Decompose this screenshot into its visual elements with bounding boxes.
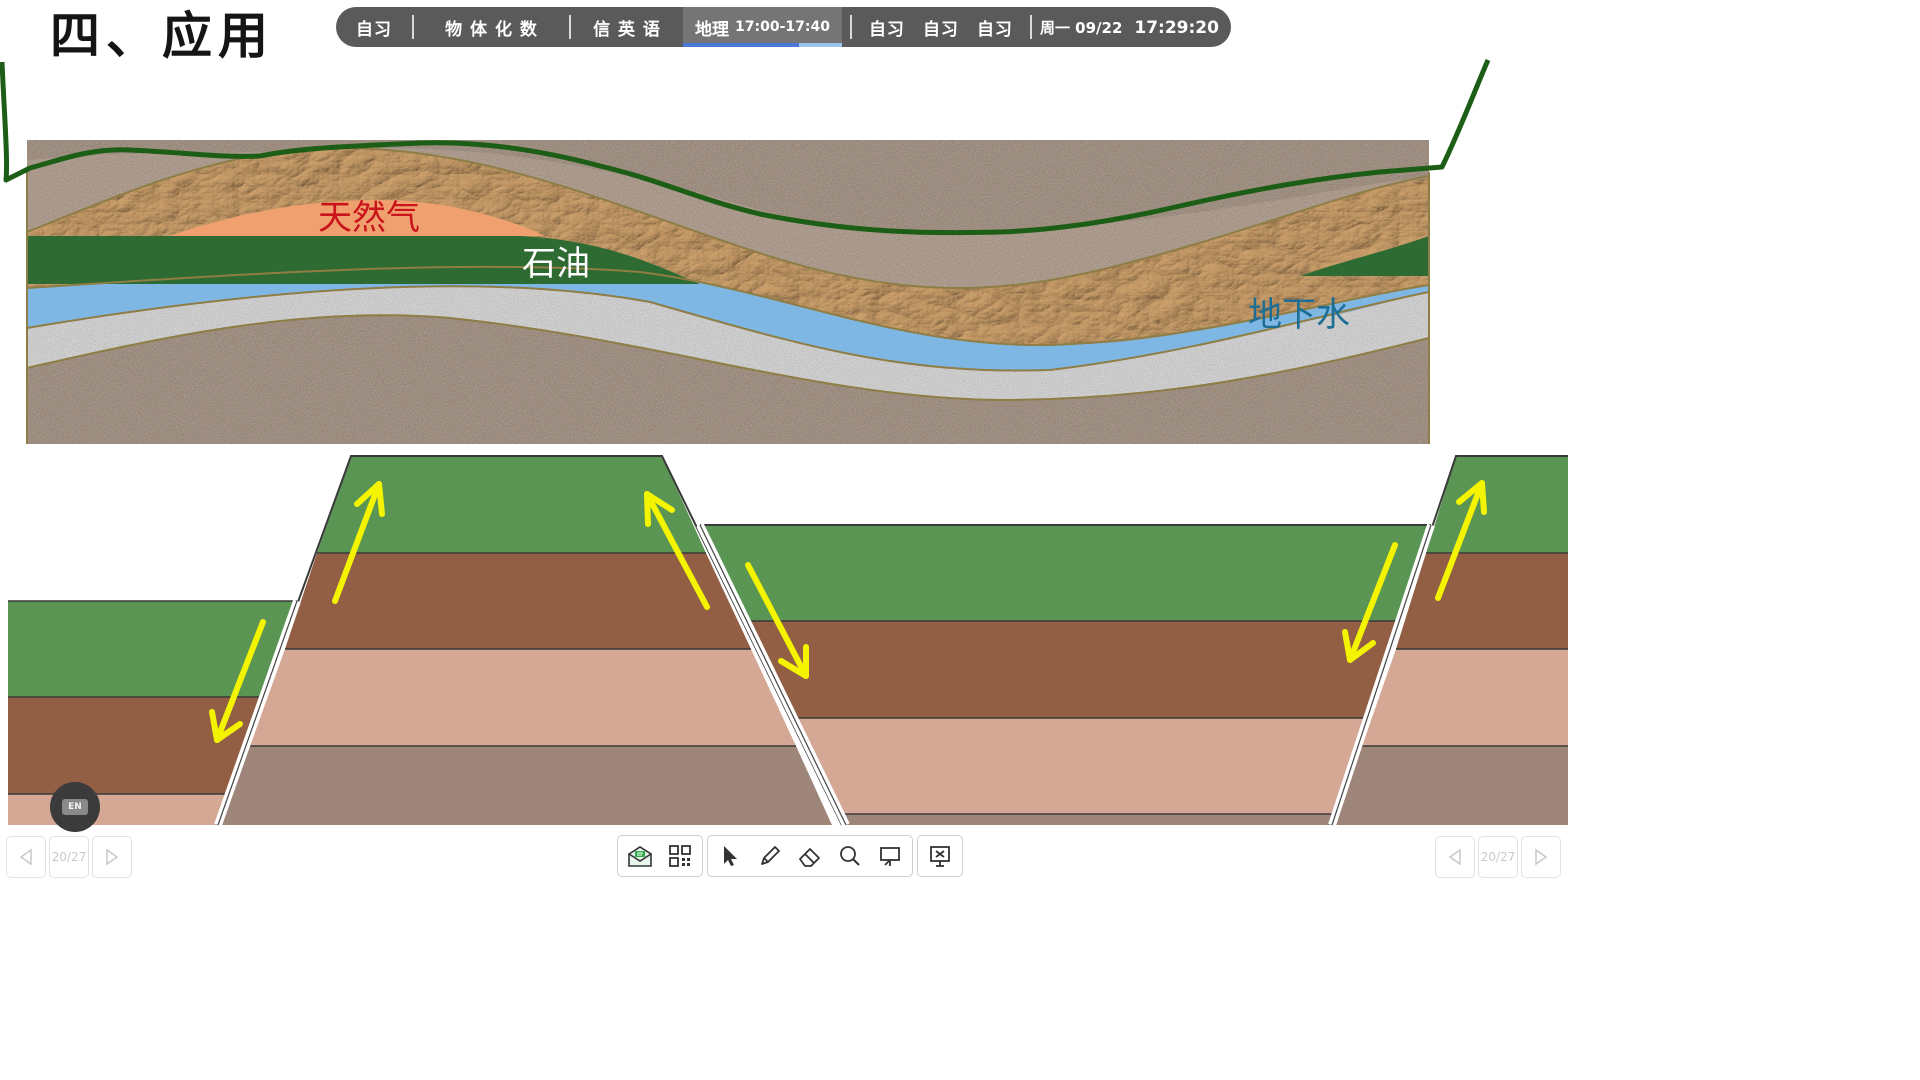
- right-horst-layer4: [1332, 746, 1568, 825]
- pen-icon: [761, 846, 780, 865]
- cursor-icon: [724, 846, 737, 866]
- whiteboard-button[interactable]: [870, 837, 910, 875]
- right-horst-layer2: [1396, 553, 1568, 649]
- horst-layer3: [250, 649, 796, 746]
- pager-left: 20/27: [6, 836, 132, 878]
- toolbar-group-tools: [707, 835, 913, 877]
- fault-block-diagram: [8, 455, 1568, 827]
- search-icon: [840, 846, 860, 866]
- toolbar-group-share: [617, 835, 703, 877]
- exit-slideshow-button[interactable]: [920, 837, 960, 875]
- eraser-icon: [799, 848, 820, 867]
- message-button[interactable]: [620, 837, 660, 875]
- left-block-layer3: [8, 794, 240, 825]
- groundwater-label: 地下水: [1248, 295, 1350, 335]
- natural-gas-label: 天然气: [318, 198, 420, 238]
- triangle-left-icon: [19, 848, 32, 866]
- petroleum-label: 石油: [522, 244, 590, 284]
- select-button[interactable]: [710, 837, 750, 875]
- magnifier-button[interactable]: [830, 837, 870, 875]
- next-page-button[interactable]: [92, 836, 132, 878]
- triangle-right-icon: [1535, 848, 1548, 866]
- graben-layer2: [748, 621, 1400, 718]
- pager-right: 20/27: [1435, 836, 1561, 878]
- exit-slideshow-icon: [930, 846, 950, 867]
- input-method-badge[interactable]: EN: [50, 782, 100, 832]
- presentation-toolbar: [617, 835, 963, 877]
- page-indicator[interactable]: 20/27: [1478, 836, 1518, 878]
- envelope-icon: [628, 846, 652, 867]
- graben-topsoil: [700, 525, 1431, 621]
- left-block-layer2: [8, 697, 260, 794]
- geology-diagram: [0, 59, 1568, 827]
- right-horst-topsoil: [1426, 456, 1568, 553]
- triangle-right-icon: [106, 848, 119, 866]
- eraser-button[interactable]: [790, 837, 830, 875]
- ime-label: EN: [62, 799, 88, 815]
- board-icon: [880, 847, 900, 866]
- triangle-left-icon: [1448, 848, 1461, 866]
- strata-section: [27, 140, 1429, 444]
- prev-page-button[interactable]: [1435, 836, 1475, 878]
- qr-code-icon: [669, 845, 691, 867]
- right-horst-layer3: [1362, 649, 1568, 746]
- pen-button[interactable]: [750, 837, 790, 875]
- graben-layer4: [842, 814, 1338, 825]
- qr-button[interactable]: [660, 837, 700, 875]
- horst-layer2: [285, 553, 751, 649]
- slide-canvas: 四、应用 自习 物 体 化 数 信 英 语 地理 17:00-17:40 自习 …: [0, 0, 1568, 882]
- next-page-button[interactable]: [1521, 836, 1561, 878]
- horst-layer4: [217, 746, 832, 825]
- page-indicator[interactable]: 20/27: [49, 836, 89, 878]
- graben-layer3: [795, 718, 1365, 814]
- prev-page-button[interactable]: [6, 836, 46, 878]
- toolbar-group-exit: [917, 835, 963, 877]
